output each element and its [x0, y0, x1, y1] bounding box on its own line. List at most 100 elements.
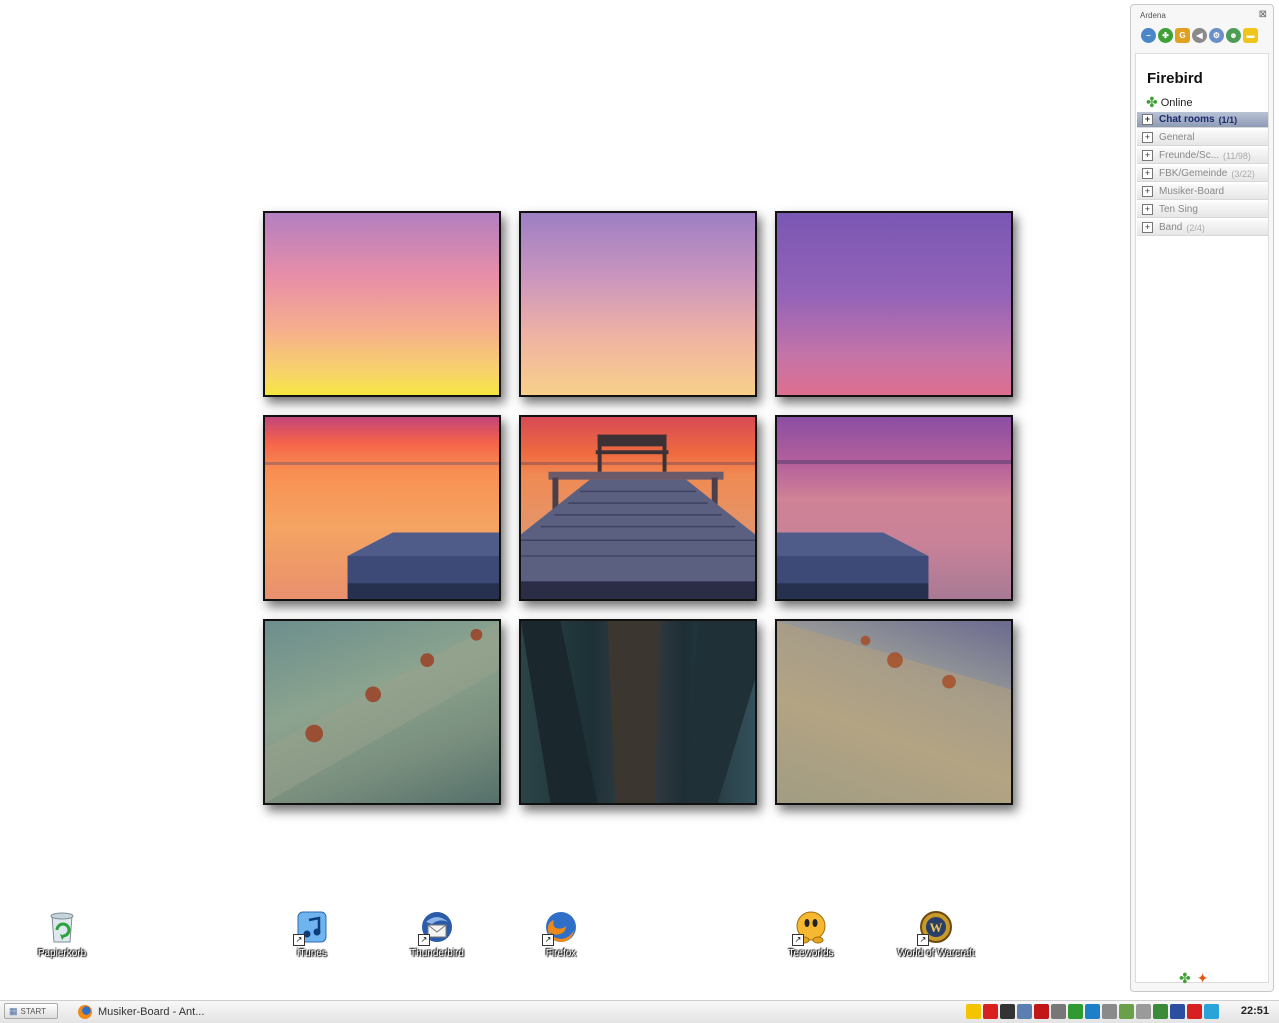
desktop-icon-label: Papierkorb: [37, 948, 87, 959]
contact-list: Firebird ✤ Online + Chat rooms (1/1) + G…: [1135, 53, 1269, 983]
expand-icon[interactable]: +: [1142, 150, 1153, 161]
expand-icon[interactable]: +: [1142, 204, 1153, 215]
desktop-icon-label: Firefox: [545, 948, 577, 959]
clover-status-icon[interactable]: ✤: [1158, 28, 1173, 43]
shortcut-arrow-icon: ↗: [418, 934, 430, 946]
sound-icon[interactable]: ◀: [1192, 28, 1207, 43]
desktop-icon-label: World of Warcraft: [897, 948, 975, 959]
wallpaper-tile-6: [775, 415, 1013, 601]
steam-icon[interactable]: [1000, 1004, 1015, 1019]
user-name: Firebird: [1147, 70, 1203, 87]
acrobat-icon[interactable]: [1187, 1004, 1202, 1019]
group-band[interactable]: + Band (2/4): [1137, 220, 1268, 236]
expand-icon[interactable]: +: [1142, 186, 1153, 197]
wallpaper-tile-8: [519, 619, 757, 805]
group-ten-sing[interactable]: + Ten Sing: [1137, 202, 1268, 218]
group-general[interactable]: + General: [1137, 130, 1268, 146]
messenger-window: Ardena ⊠ – ✤ G ◀ ⚙ ☻ ▬ Firebird ✤ Online…: [1130, 4, 1274, 992]
desktop-icon-firefox[interactable]: ↗ Firefox: [511, 910, 611, 959]
status-selector[interactable]: ✤ Online: [1146, 94, 1193, 111]
group-count: (11/98): [1223, 150, 1251, 161]
shortcut-arrow-icon: ↗: [293, 934, 305, 946]
update-icon[interactable]: [1204, 1004, 1219, 1019]
disk-icon[interactable]: [1102, 1004, 1117, 1019]
gadu-icon[interactable]: G: [1175, 28, 1190, 43]
group-fbk-gemeinde[interactable]: + FBK/Gemeinde (3/22): [1137, 166, 1268, 182]
group-name: Chat rooms: [1159, 114, 1215, 125]
messenger-window-title: Ardena: [1140, 11, 1166, 20]
desktop-icon-thunderbird[interactable]: ↗ Thunderbird: [387, 910, 487, 959]
status-text: Online: [1160, 96, 1193, 109]
desktop-icon-label: iTunes: [297, 948, 327, 959]
start-label: START: [20, 1006, 46, 1016]
settings-gear-icon[interactable]: ⚙: [1209, 28, 1224, 43]
firefox-icon: [78, 1004, 92, 1019]
group-name: Musiker-Board: [1159, 186, 1225, 197]
gadu-network-icon[interactable]: ✦: [1197, 970, 1209, 987]
start-button[interactable]: ▦ START: [4, 1003, 58, 1019]
desktop-icon-recycle-bin[interactable]: Papierkorb: [12, 910, 112, 959]
group-freunde[interactable]: + Freunde/Sc... (11/98): [1137, 148, 1268, 164]
add-contact-icon[interactable]: ☻: [1226, 28, 1241, 43]
world-of-warcraft-icon: W ↗: [917, 910, 953, 946]
connection-icon[interactable]: [1119, 1004, 1134, 1019]
wallpaper-tile-3: [775, 211, 1013, 397]
usb-icon[interactable]: [1136, 1004, 1151, 1019]
expand-icon[interactable]: +: [1142, 132, 1153, 143]
shortcut-arrow-icon: ↗: [542, 934, 554, 946]
close-icon[interactable]: ⊠: [1259, 9, 1267, 20]
teeworlds-icon: ↗: [792, 910, 828, 946]
taskbar-item-firefox[interactable]: Musiker-Board - Ant...: [78, 1003, 228, 1020]
itunes-icon: ↗: [293, 910, 329, 946]
group-musiker-board[interactable]: + Musiker-Board: [1137, 184, 1268, 200]
taskbar-item-label: Musiker-Board - Ant...: [98, 1005, 205, 1018]
system-tray: [966, 1004, 1219, 1019]
recycle-bin-icon: [45, 910, 79, 944]
media-player-icon[interactable]: [1085, 1004, 1100, 1019]
windows-logo-icon: ▦: [9, 1005, 18, 1016]
clock[interactable]: 22:51: [1241, 1005, 1269, 1017]
menu-icon[interactable]: –: [1141, 28, 1156, 43]
group-name: Band: [1159, 222, 1183, 233]
chat-bubble-icon[interactable]: ▬: [1243, 28, 1258, 43]
expand-icon[interactable]: +: [1142, 114, 1153, 125]
group-chat-rooms[interactable]: + Chat rooms (1/1): [1137, 112, 1268, 128]
firefox-icon: ↗: [542, 910, 578, 946]
svg-text:W: W: [930, 920, 943, 935]
messenger-footer: ✤ ✦: [1179, 970, 1208, 987]
wallpaper-tile-4: [263, 415, 501, 601]
clover-status-icon[interactable]: ✤: [1179, 970, 1191, 987]
group-count: (1/1): [1218, 114, 1238, 125]
desktop-icon-teeworlds[interactable]: ↗ Teeworlds: [761, 910, 861, 959]
group-count: (2/4): [1186, 222, 1205, 233]
network-icon[interactable]: [1017, 1004, 1032, 1019]
thunderbird-icon: ↗: [418, 910, 454, 946]
wallpaper-tile-1: [263, 211, 501, 397]
group-count: (3/22): [1231, 168, 1255, 179]
group-name: Ten Sing: [1159, 204, 1198, 215]
expand-icon[interactable]: +: [1142, 168, 1153, 179]
group-name: General: [1159, 132, 1195, 143]
desktop-icon-itunes[interactable]: ↗ iTunes: [262, 910, 362, 959]
desktop-icon-world-of-warcraft[interactable]: W ↗ World of Warcraft: [886, 910, 986, 959]
wallpaper-tile-9: [775, 619, 1013, 805]
desktop-icon-label: Teeworlds: [788, 948, 834, 959]
messenger-toolbar: – ✤ G ◀ ⚙ ☻ ▬: [1141, 28, 1258, 43]
xfire-icon[interactable]: [1170, 1004, 1185, 1019]
wallpaper-tile-2: [519, 211, 757, 397]
close-x-icon[interactable]: [1034, 1004, 1049, 1019]
expand-icon[interactable]: +: [1142, 222, 1153, 233]
group-name: Freunde/Sc...: [1159, 150, 1220, 161]
nvidia-icon[interactable]: [1153, 1004, 1168, 1019]
star-icon[interactable]: [966, 1004, 981, 1019]
shortcut-arrow-icon: ↗: [917, 934, 929, 946]
antivirus-icon[interactable]: [983, 1004, 998, 1019]
online-clover-icon: ✤: [1146, 94, 1158, 110]
taskbar: ▦ START Musiker-Board - Ant... 22:51: [0, 1000, 1279, 1023]
wallpaper-tile-7: [263, 619, 501, 805]
shortcut-arrow-icon: ↗: [792, 934, 804, 946]
group-name: FBK/Gemeinde: [1159, 168, 1228, 179]
desktop-icon-label: Thunderbird: [410, 948, 464, 959]
printer-icon[interactable]: [1051, 1004, 1066, 1019]
razer-icon[interactable]: [1068, 1004, 1083, 1019]
